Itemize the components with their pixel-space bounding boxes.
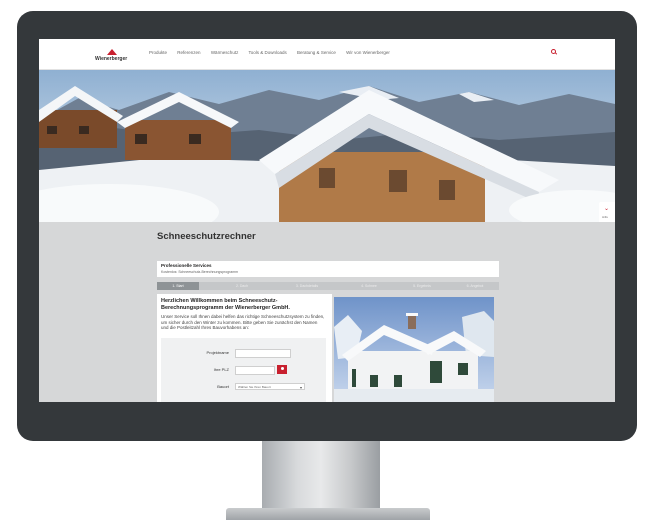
main-menu: Produkte Referenzen Wärmeschutz Tools & …	[149, 50, 399, 55]
step-start[interactable]: 1. Start	[157, 282, 199, 290]
service-heading: Professionelle Services	[161, 263, 212, 268]
service-header: Professionelle Services Kostenlos: Schne…	[157, 261, 499, 277]
service-subheading: Kostenlos: Schneeschutz-Berechnungsprogr…	[161, 270, 239, 274]
search-icon[interactable]	[551, 49, 558, 55]
project-name-field[interactable]	[235, 349, 291, 358]
step-ergebnis[interactable]: 5. Ergebnis	[397, 282, 447, 290]
step-dachdetails[interactable]: 3. Dachdetails	[277, 282, 337, 290]
brand-name: Wienerberger	[95, 56, 128, 62]
nav-item-beratung-service[interactable]: Beratung & Service	[297, 50, 336, 55]
nav-item-wir-von-wienerberger[interactable]: Wir von Wienerberger	[346, 50, 390, 55]
location-label: Bauort	[217, 384, 229, 389]
monitor-bezel: Wienerberger Produkte Referenzen Wärmesc…	[17, 11, 637, 441]
step-dach[interactable]: 2. Dach	[217, 282, 267, 290]
nav-item-tools-downloads[interactable]: Tools & Downloads	[249, 50, 287, 55]
zip-field[interactable]	[235, 366, 275, 375]
monitor-stand-neck	[262, 441, 380, 515]
house-illustration	[334, 297, 494, 402]
help-tab-label: Hilfe	[602, 215, 609, 219]
browser-viewport: Wienerberger Produkte Referenzen Wärmesc…	[39, 39, 615, 402]
project-name-label: Projektname	[206, 350, 229, 355]
step-angebot[interactable]: 6. Angebot	[453, 282, 497, 290]
nav-item-referenzen[interactable]: Referenzen	[177, 50, 200, 55]
zip-label: Ihre PLZ	[213, 367, 229, 372]
chevron-down-icon: ⌄	[604, 206, 610, 212]
brand-logo[interactable]: Wienerberger	[95, 49, 129, 63]
logo-mark-icon	[107, 49, 117, 55]
page-title: Schneeschutzrechner	[157, 231, 256, 242]
hero-illustration	[39, 86, 615, 222]
top-navigation: Wienerberger Produkte Referenzen Wärmesc…	[39, 39, 615, 70]
hero-image-snow-chalets: ⌄ Hilfe	[39, 70, 615, 222]
step-progress-bar: 1. Start 2. Dach 3. Dachdetails 4. Schne…	[157, 282, 499, 290]
welcome-text: Unser Service soll Ihnen dabei helfen da…	[161, 314, 325, 331]
snowy-house-photo	[334, 297, 494, 402]
nav-item-produkte[interactable]: Produkte	[149, 50, 167, 55]
welcome-heading: Herzlichen Willkommen beim Schneeschutz-…	[161, 298, 290, 311]
monitor-stand-base	[226, 508, 430, 520]
chevron-down-icon: ▾	[299, 385, 302, 390]
help-side-tab[interactable]: ⌄ Hilfe	[599, 202, 615, 222]
location-select[interactable]: Wählen Sie Ihren Bauort ▾	[235, 383, 305, 390]
location-pin-icon[interactable]	[277, 365, 287, 374]
location-select-value: Wählen Sie Ihren Bauort	[238, 385, 271, 389]
step-schnee[interactable]: 4. Schnee	[347, 282, 391, 290]
nav-item-waermeschutz[interactable]: Wärmeschutz	[211, 50, 239, 55]
welcome-panel: Herzlichen Willkommen beim Schneeschutz-…	[157, 294, 332, 402]
project-form: Projektname Ihre PLZ Bauort Wählen Sie I…	[161, 338, 326, 402]
